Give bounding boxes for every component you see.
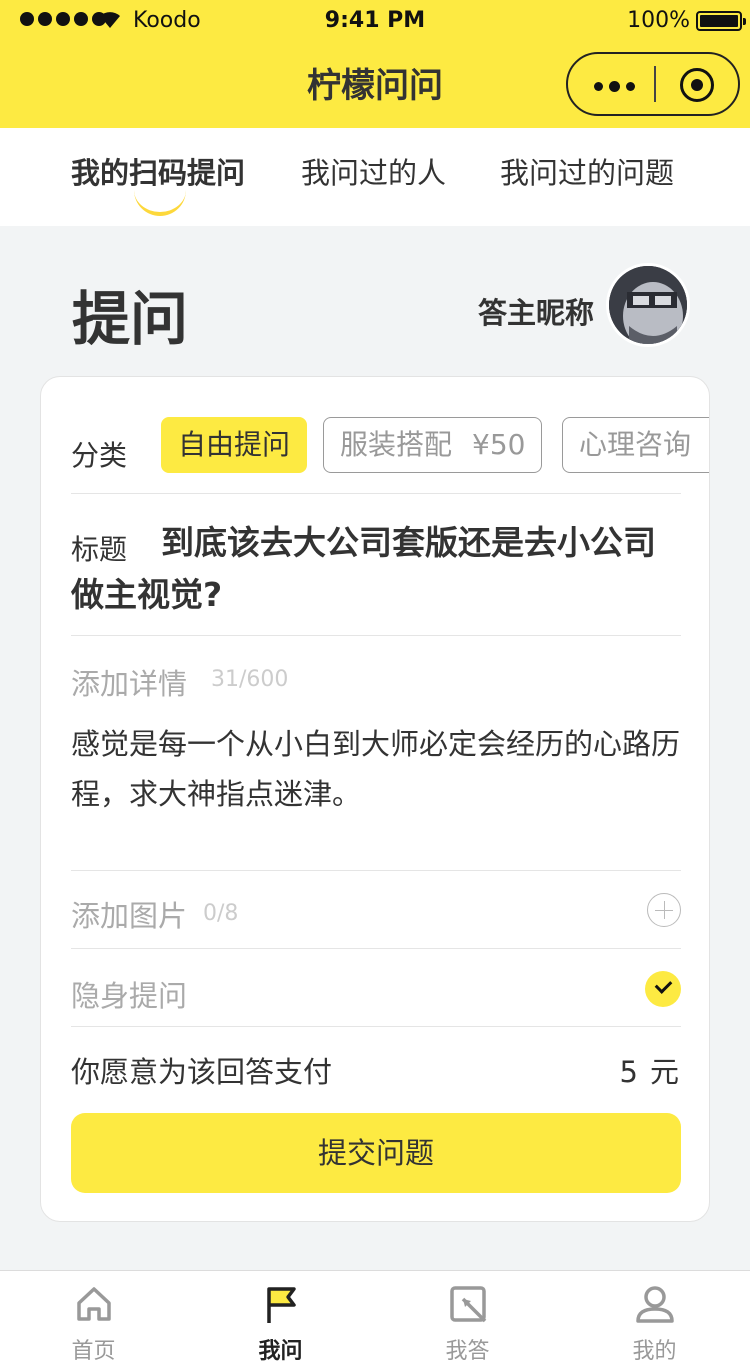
- mini-program-capsule: [566, 52, 740, 116]
- battery-icon: [696, 11, 746, 31]
- tabbar-item-mine[interactable]: 我的: [561, 1271, 748, 1370]
- battery-percent: 100%: [627, 8, 690, 33]
- tab-people-asked[interactable]: 我问过的人: [301, 150, 446, 192]
- tabbar-item-ask[interactable]: 我问: [187, 1271, 374, 1370]
- close-target-icon[interactable]: [680, 68, 714, 102]
- submit-question-button[interactable]: 提交问题: [71, 1113, 681, 1193]
- tab-questions-asked[interactable]: 我问过的问题: [500, 150, 674, 192]
- tabbar-item-home[interactable]: 首页: [0, 1271, 187, 1370]
- category-chip-name: 服装搭配: [340, 428, 453, 461]
- page-title: 提问: [72, 285, 189, 353]
- home-icon: [77, 1287, 111, 1321]
- answerer-nickname: 答主昵称: [478, 296, 595, 330]
- category-chip-name: 自由提问: [178, 428, 291, 461]
- active-tab-indicator: [134, 190, 186, 216]
- anonymous-label: 隐身提问: [71, 979, 188, 1013]
- flag-icon: [267, 1287, 296, 1323]
- category-chip-name: 心理咨询: [579, 428, 692, 461]
- divider: [71, 493, 681, 494]
- category-chip-free[interactable]: 自由提问: [161, 417, 308, 473]
- tabbar-label: 我问: [258, 1339, 303, 1364]
- question-form-card: 分类 自由提问 服装搭配¥50 心理咨询¥ 标题 到底该去大公司套版还是去小公司…: [40, 376, 710, 1222]
- tabbar-label: 我的: [632, 1339, 677, 1364]
- divider: [71, 1026, 681, 1027]
- divider: [71, 948, 681, 949]
- pay-amount-field[interactable]: 5元: [620, 1049, 679, 1091]
- tab-bar-top: 我的扫码提问 我问过的人 我问过的问题: [0, 128, 750, 226]
- user-icon: [636, 1286, 674, 1323]
- anonymous-checkbox-icon[interactable]: [645, 971, 681, 1007]
- pay-unit: 元: [649, 1055, 679, 1089]
- detail-label: 添加详情: [71, 667, 188, 701]
- avatar[interactable]: [606, 263, 690, 347]
- category-chip-fashion[interactable]: 服装搭配 ¥50: [323, 417, 543, 473]
- question-detail-textarea[interactable]: 感觉是每一个从小白到大师必定会经历的心路历程，求大神指点迷津。: [71, 719, 681, 819]
- add-image-plus-icon[interactable]: [647, 893, 681, 927]
- tabbar-label: 我答: [445, 1339, 490, 1364]
- category-chip-psychology[interactable]: 心理咨询¥: [562, 417, 709, 473]
- top-bar: Koodo 9:41 PM 100% 柠檬问问: [0, 0, 750, 128]
- detail-char-count: 31/600: [211, 667, 289, 692]
- category-chip-price: ¥50: [472, 428, 526, 461]
- capsule-divider: [654, 66, 656, 102]
- edit-square-icon: [450, 1286, 487, 1323]
- bottom-tab-bar: 首页 我问 我答 我的: [0, 1270, 750, 1370]
- question-title-input[interactable]: 到底该去大公司套版还是去小公司做主视觉?: [71, 517, 681, 621]
- tabbar-label: 首页: [71, 1339, 116, 1364]
- pay-label: 你愿意为该回答支付: [71, 1055, 333, 1089]
- add-image-label: 添加图片: [71, 899, 188, 933]
- status-bar: Koodo 9:41 PM 100%: [0, 0, 750, 42]
- image-count: 0/8: [203, 901, 239, 926]
- tabbar-item-answer[interactable]: 我答: [374, 1271, 561, 1370]
- tab-my-scan-questions[interactable]: 我的扫码提问: [71, 150, 245, 192]
- more-icon[interactable]: [594, 81, 635, 92]
- divider: [71, 635, 681, 636]
- divider: [71, 870, 681, 871]
- category-label: 分类: [71, 439, 128, 472]
- pay-amount: 5: [619, 1055, 638, 1089]
- category-chips: 自由提问 服装搭配 ¥50 心理咨询¥: [159, 417, 709, 473]
